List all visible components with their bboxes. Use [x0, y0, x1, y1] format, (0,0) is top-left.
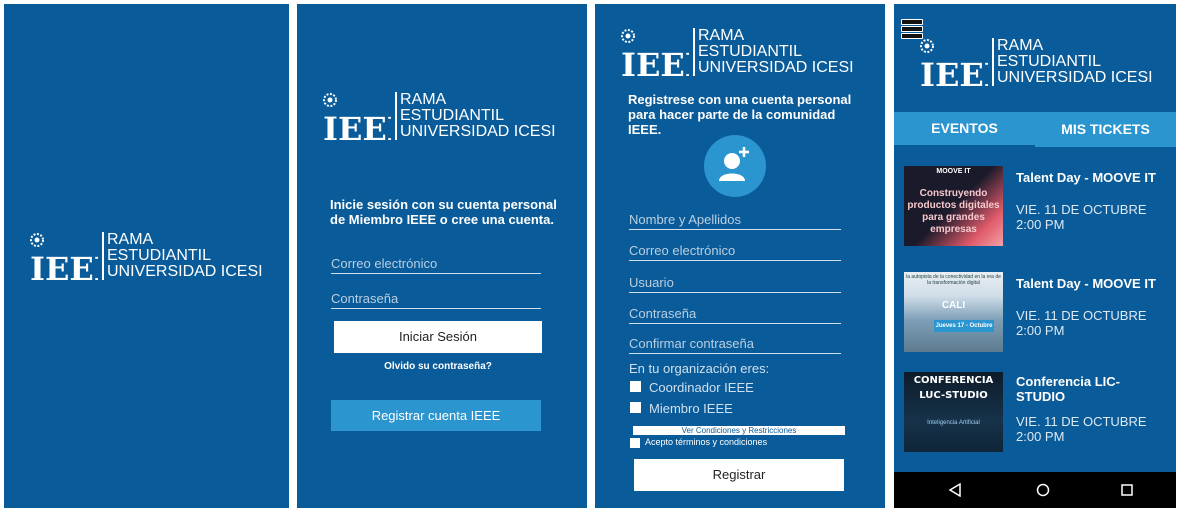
event-time: 2:00 PM	[1016, 429, 1065, 444]
events-screen: IEEE RAMA ESTUDIANTIL UNIVERSIDAD ICESI …	[894, 4, 1176, 508]
event-title: Talent Day - MOOVE IT	[1016, 170, 1156, 185]
confirm-password-field[interactable]: Confirmar contraseña	[629, 336, 841, 354]
thumbnail-brand: MOOVE IT	[936, 168, 971, 175]
tab-bar: EVENTOS MIS TICKETS	[894, 112, 1176, 148]
logo-line-2: ESTUDIANTIL	[997, 53, 1102, 70]
logo-text: RAMA ESTUDIANTIL UNIVERSIDAD ICESI	[395, 92, 556, 140]
svg-text:IEEE: IEEE	[323, 110, 391, 144]
tab-my-tickets[interactable]: MIS TICKETS	[1035, 112, 1176, 147]
logo-text: RAMA ESTUDIANTIL UNIVERSIDAD ICESI	[102, 232, 263, 280]
android-nav-bar	[894, 472, 1176, 508]
svg-text:IEEE: IEEE	[621, 46, 689, 80]
terms-link[interactable]: Ver Condiciones y Restricciones	[633, 426, 845, 435]
back-icon[interactable]	[948, 483, 962, 497]
thumbnail-title: CONFERENCIA	[913, 375, 994, 386]
forgot-password-link[interactable]: Olvido su contraseña?	[334, 361, 542, 372]
event-title: Talent Day - MOOVE IT	[1016, 276, 1156, 291]
logo-line-2: ESTUDIANTIL	[107, 247, 212, 264]
home-icon[interactable]	[1036, 483, 1050, 497]
add-user-icon[interactable]	[704, 135, 766, 197]
event-thumbnail: MOOVE IT Construyendo productos digitale…	[904, 166, 1003, 246]
logo-line-3: UNIVERSIDAD ICESI	[400, 123, 556, 140]
event-date: VIE. 11 DE OCTUBRE	[1016, 308, 1147, 323]
thumbnail-subtitle: LUC-STUDIO	[919, 390, 988, 401]
thumbnail-city: CALI	[941, 300, 966, 311]
logo-line-2: ESTUDIANTIL	[400, 107, 505, 124]
email-field[interactable]: Correo electrónico	[629, 243, 841, 261]
event-title: Conferencia LIC-STUDIO	[1016, 374, 1121, 404]
logo-line-2: ESTUDIANTIL	[698, 43, 803, 60]
coordinator-checkbox[interactable]	[630, 381, 641, 392]
event-card[interactable]: MOOVE IT Construyendo productos digitale…	[894, 166, 1176, 250]
event-thumbnail: CONFERENCIA LUC-STUDIO Inteligencia Arti…	[904, 372, 1003, 452]
logo-text: RAMA ESTUDIANTIL UNIVERSIDAD ICESI	[693, 28, 854, 76]
logo-line-3: UNIVERSIDAD ICESI	[997, 69, 1153, 86]
password-field[interactable]: Contraseña	[331, 291, 541, 309]
menu-icon[interactable]	[901, 19, 923, 39]
thumbnail-text: la autopista de la conectividad en la er…	[906, 274, 1001, 286]
event-thumbnail: la autopista de la conectividad en la er…	[904, 272, 1003, 352]
logo-line-1: RAMA	[698, 27, 745, 44]
event-date: VIE. 11 DE OCTUBRE	[1016, 202, 1147, 217]
username-field[interactable]: Usuario	[629, 275, 841, 293]
ieee-logo-icon: IEEE	[30, 233, 98, 284]
logo-text: RAMA ESTUDIANTIL UNIVERSIDAD ICESI	[992, 38, 1153, 86]
org-label: En tu organización eres:	[629, 361, 770, 376]
email-field[interactable]: Correo electrónico	[331, 256, 541, 274]
fullname-field[interactable]: Nombre y Apellidos	[629, 212, 841, 230]
register-screen: IEEE RAMA ESTUDIANTIL UNIVERSIDAD ICESI …	[595, 4, 885, 508]
logo-line-1: RAMA	[107, 231, 154, 248]
thumbnail-text: Construyendo productos digitales para gr…	[907, 188, 1000, 235]
register-intro: Registrese con una cuenta personal para …	[628, 92, 852, 137]
login-button[interactable]: Iniciar Sesión	[334, 321, 542, 353]
accept-terms-checkbox[interactable]	[630, 438, 640, 448]
register-account-button[interactable]: Registrar cuenta IEEE	[331, 400, 541, 431]
event-card[interactable]: CONFERENCIA LUC-STUDIO Inteligencia Arti…	[894, 372, 1176, 456]
coordinator-label: Coordinador IEEE	[649, 380, 754, 395]
tab-events[interactable]: EVENTOS	[894, 112, 1035, 148]
event-time: 2:00 PM	[1016, 323, 1065, 338]
event-time: 2:00 PM	[1016, 217, 1065, 232]
member-label: Miembro IEEE	[649, 401, 733, 416]
thumbnail-text: Inteligencia Artificial	[927, 420, 980, 426]
ieee-logo-icon: IEEE	[621, 29, 689, 80]
logo-line-1: RAMA	[400, 91, 447, 108]
recents-icon[interactable]	[1121, 484, 1133, 496]
login-screen: IEEE RAMA ESTUDIANTIL UNIVERSIDAD ICESI …	[297, 4, 587, 508]
splash-screen: IEEE RAMA ESTUDIANTIL UNIVERSIDAD ICESI	[4, 4, 289, 508]
login-intro: Inicie sesión con su cuenta personal de …	[330, 197, 557, 227]
logo-line-1: RAMA	[997, 37, 1044, 54]
logo-line-3: UNIVERSIDAD ICESI	[107, 263, 263, 280]
svg-text:IEEE: IEEE	[30, 250, 98, 284]
logo-line-3: UNIVERSIDAD ICESI	[698, 59, 854, 76]
svg-text:IEEE: IEEE	[920, 56, 988, 90]
ieee-logo-icon: IEEE	[323, 93, 391, 144]
password-field[interactable]: Contraseña	[629, 306, 841, 324]
register-button[interactable]: Registrar	[634, 459, 844, 491]
ieee-logo-icon: IEEE	[920, 39, 988, 90]
thumbnail-date: Jueves 17 - Octubre	[934, 320, 994, 332]
event-card[interactable]: la autopista de la conectividad en la er…	[894, 272, 1176, 356]
event-date: VIE. 11 DE OCTUBRE	[1016, 414, 1147, 429]
accept-terms-label: Acepto términos y condiciones	[645, 437, 768, 447]
member-checkbox[interactable]	[630, 402, 641, 413]
